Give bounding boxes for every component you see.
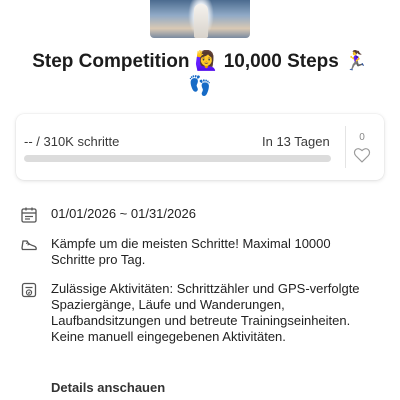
page-title-line1: Step Competition 🙋‍♀️ 10,000 Steps 🏃‍♀️ xyxy=(32,51,368,72)
step-progress-text: -- / 310K schritte xyxy=(24,134,120,149)
checklist-icon xyxy=(21,282,37,298)
heart-icon[interactable] xyxy=(353,147,371,163)
page-title: Step Competition 🙋‍♀️ 10,000 Steps 🏃‍♀️ … xyxy=(0,48,400,98)
activities-description: Zulässige Aktivitäten: Schrittzähler und… xyxy=(51,281,360,344)
progress-bar xyxy=(24,155,331,162)
card-divider xyxy=(345,126,346,168)
like-count: 0 xyxy=(359,132,365,143)
banner-figure xyxy=(194,4,208,38)
progress-card: -- / 310K schritte In 13 Tagen 0 xyxy=(16,114,384,180)
goal-description: Kämpfe um die meisten Schritte! Maximal … xyxy=(51,236,331,267)
days-remaining: In 13 Tagen xyxy=(262,134,330,149)
challenge-banner-image xyxy=(150,0,250,38)
shoe-icon xyxy=(21,240,37,251)
details-link[interactable]: Details anschauen xyxy=(51,380,165,395)
date-range: 01/01/2026 ~ 01/31/2026 xyxy=(51,206,196,221)
calendar-icon xyxy=(21,207,37,223)
page-title-line2: 👣 xyxy=(188,76,212,97)
